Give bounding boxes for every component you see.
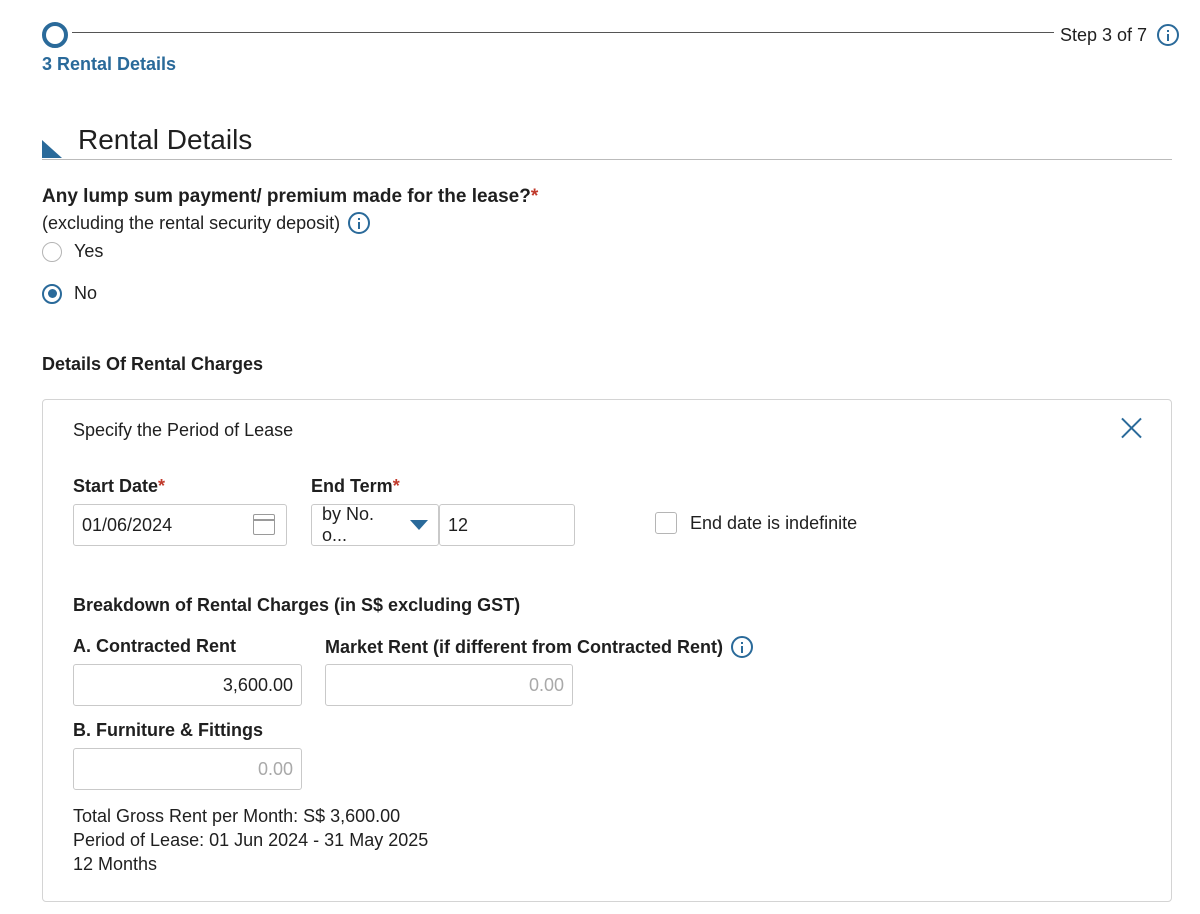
radio-button-no[interactable] <box>42 283 62 304</box>
contracted-rent-value: 3,600.00 <box>222 674 293 695</box>
end-term-mode-select[interactable]: by No. o... <box>311 504 439 546</box>
breakdown-heading: Breakdown of Rental Charges (in S$ exclu… <box>73 595 521 615</box>
furniture-input[interactable]: 0.00 <box>73 748 302 790</box>
step-count-label: Step 3 of 7 <box>1060 24 1180 46</box>
start-date-input[interactable]: 01/06/2024 <box>73 504 287 546</box>
end-term-label: End Term* <box>311 476 400 497</box>
step-info-icon[interactable] <box>1157 24 1180 46</box>
step-progress-line <box>72 32 1054 33</box>
panel-title: Specify the Period of Lease <box>73 420 294 440</box>
section-divider <box>42 159 1172 160</box>
rental-charges-heading: Details Of Rental Charges <box>42 354 264 374</box>
furniture-label: B. Furniture & Fittings <box>73 720 263 740</box>
total-gross-rent: Total Gross Rent per Month: S$ 3,600.00 <box>73 806 401 826</box>
end-term-count-value: 12 <box>448 514 469 535</box>
indefinite-checkbox-row[interactable]: End date is indefinite <box>655 512 857 534</box>
furniture-placeholder: 0.00 <box>257 758 293 779</box>
start-date-value: 01/06/2024 <box>82 514 173 535</box>
radio-label-no: No <box>74 283 98 303</box>
lump-sum-subtext-text: (excluding the rental security deposit) <box>42 212 341 233</box>
section-marker <box>42 140 62 158</box>
market-rent-input[interactable]: 0.00 <box>325 664 573 706</box>
section-title: Rental Details <box>78 124 253 155</box>
lump-sum-info-icon[interactable] <box>348 212 371 234</box>
lump-sum-question: Any lump sum payment/ premium made for t… <box>42 186 538 208</box>
step-count-text: Step 3 of 7 <box>1060 24 1148 45</box>
lease-period: Period of Lease: 01 Jun 2024 - 31 May 20… <box>73 830 429 850</box>
start-date-label: Start Date* <box>73 476 165 497</box>
lump-sum-subtext: (excluding the rental security deposit) <box>42 212 371 234</box>
lease-months: 12 Months <box>73 854 158 874</box>
rent-summary: Total Gross Rent per Month: S$ 3,600.00 … <box>73 804 428 876</box>
required-mark: * <box>392 476 400 496</box>
radio-option-no[interactable]: No <box>42 283 97 304</box>
current-step-label: 3 Rental Details <box>42 54 177 74</box>
market-rent-placeholder: 0.00 <box>528 674 564 695</box>
market-rent-label: Market Rent (if different from Contracte… <box>325 636 754 658</box>
market-rent-info-icon[interactable] <box>731 636 754 658</box>
radio-option-yes[interactable]: Yes <box>42 241 103 262</box>
contracted-rent-input[interactable]: 3,600.00 <box>73 664 302 706</box>
indefinite-label: End date is indefinite <box>690 512 858 533</box>
end-term-label-text: End Term <box>311 476 393 496</box>
market-rent-label-text: Market Rent (if different from Contracte… <box>325 636 724 657</box>
start-date-label-text: Start Date <box>73 476 159 496</box>
indefinite-checkbox[interactable] <box>655 512 677 534</box>
calendar-icon[interactable] <box>253 514 275 535</box>
end-term-count-input[interactable]: 12 <box>439 504 575 546</box>
lump-sum-question-text: Any lump sum payment/ premium made for t… <box>42 186 531 207</box>
required-mark: * <box>530 186 539 207</box>
step-progress-indicator <box>42 22 68 48</box>
dropdown-caret-icon <box>410 520 428 530</box>
contracted-rent-label: A. Contracted Rent <box>73 636 237 656</box>
required-mark: * <box>158 476 166 496</box>
radio-button-yes[interactable] <box>42 241 62 262</box>
radio-label-yes: Yes <box>74 241 104 261</box>
close-icon[interactable] <box>1120 417 1142 439</box>
end-term-mode-value: by No. o... <box>322 504 375 545</box>
